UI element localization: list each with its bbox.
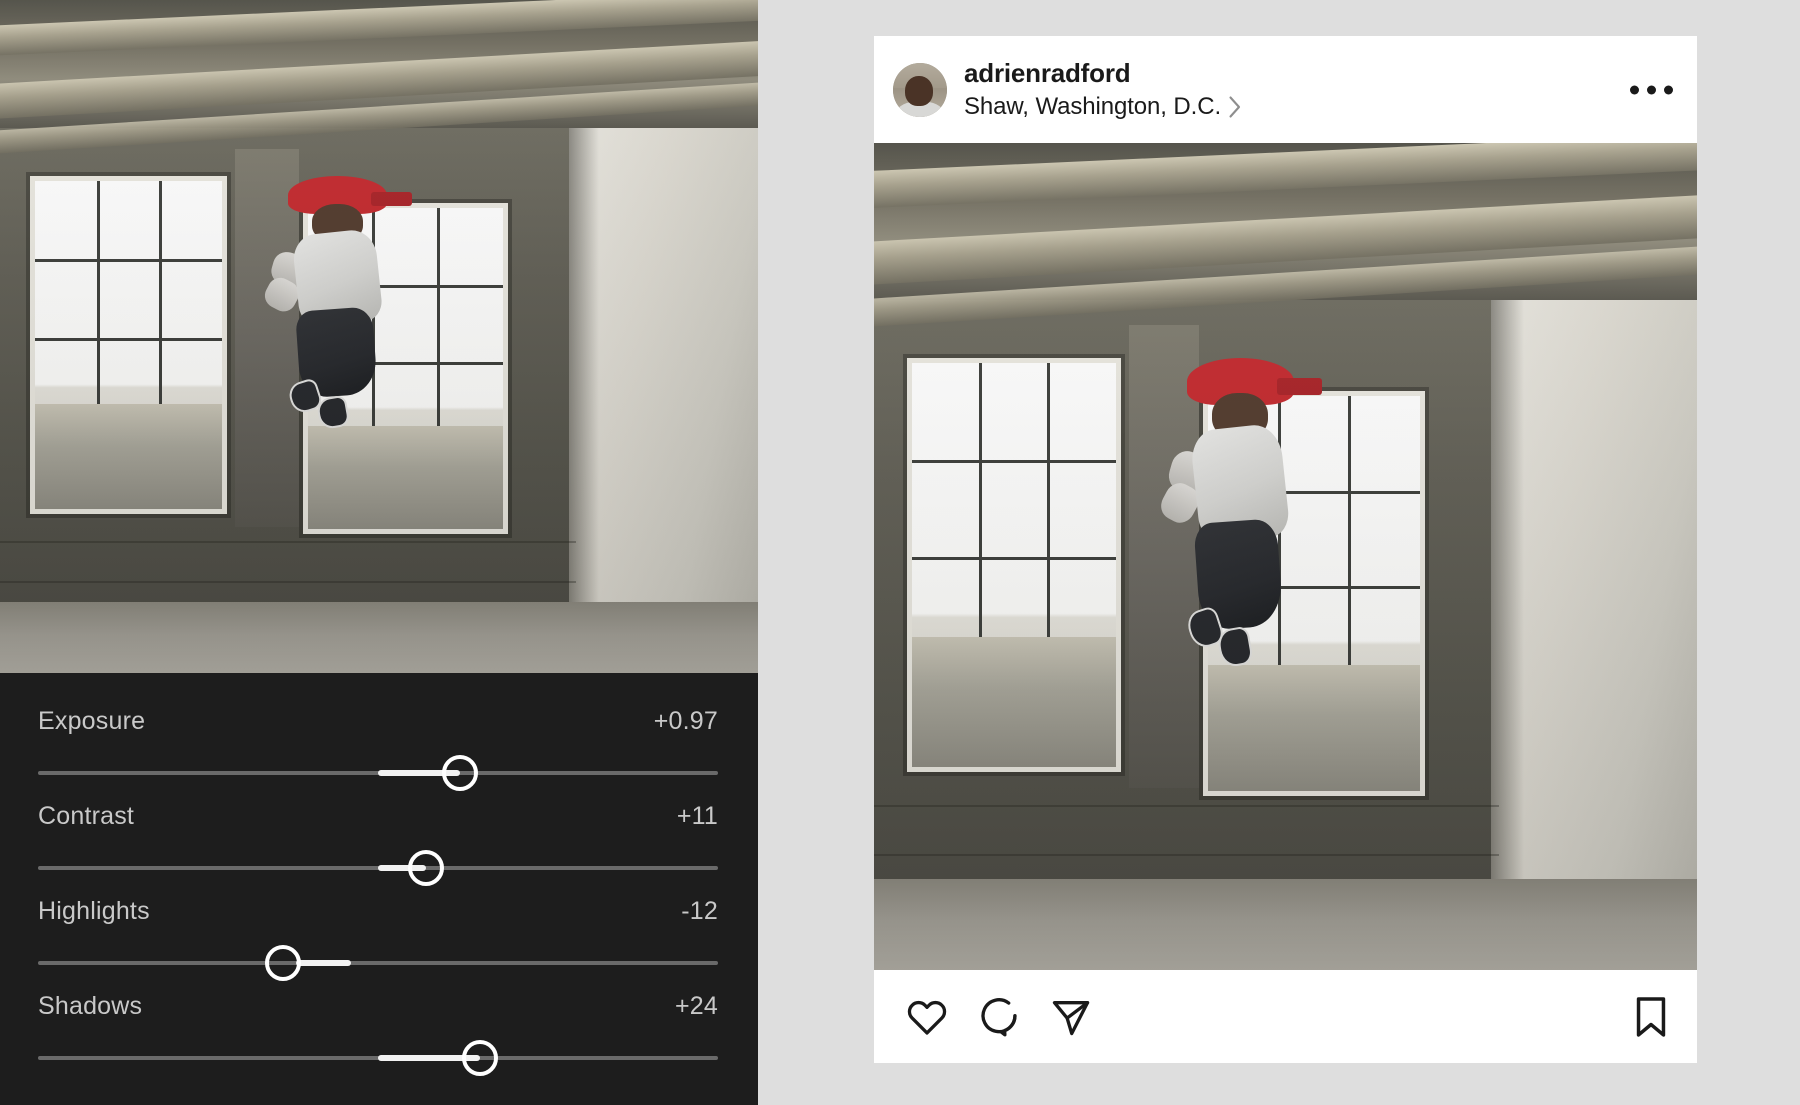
avatar[interactable] <box>893 62 947 117</box>
slider-header-exposure: Exposure +0.97 <box>38 703 718 739</box>
slider-label-contrast: Contrast <box>38 801 135 830</box>
slider-highlights[interactable] <box>38 945 718 981</box>
slider-knob-highlights[interactable] <box>264 945 301 981</box>
slider-label-exposure: Exposure <box>38 706 146 735</box>
slider-fill-highlights <box>296 960 351 966</box>
post-location-row[interactable]: Shaw, Washington, D.C. <box>964 92 1242 121</box>
slider-shadows[interactable] <box>38 1040 718 1076</box>
slider-header-contrast: Contrast +11 <box>38 798 718 834</box>
app-screen: Exposure +0.97 Contrast +11 Highlights -… <box>0 0 1800 1105</box>
slider-knob-exposure[interactable] <box>441 755 478 791</box>
slider-row-shadows: Shadows +24 <box>0 988 758 1083</box>
slider-row-highlights: Highlights -12 <box>0 893 758 988</box>
post-action-bar <box>874 970 1697 1063</box>
instagram-post-card: adrienradford Shaw, Washington, D.C. <box>874 36 1697 1063</box>
slider-value-exposure: +0.97 <box>653 706 718 735</box>
photo-scene-editor <box>0 0 758 676</box>
slider-knob-contrast[interactable] <box>407 850 444 886</box>
chevron-right-icon <box>1228 96 1242 118</box>
photo-scene-instagram <box>874 143 1697 970</box>
slider-header-highlights: Highlights -12 <box>38 893 718 929</box>
slider-exposure[interactable] <box>38 755 718 791</box>
adjustments-panel: Exposure +0.97 Contrast +11 Highlights -… <box>0 673 758 1105</box>
editor-pane: Exposure +0.97 Contrast +11 Highlights -… <box>0 0 758 1105</box>
heart-icon[interactable] <box>905 995 949 1039</box>
post-location: Shaw, Washington, D.C. <box>964 93 1222 121</box>
slider-row-exposure: Exposure +0.97 <box>0 703 758 798</box>
slider-knob-shadows[interactable] <box>462 1040 498 1076</box>
subject-figure <box>1156 358 1322 672</box>
slider-value-contrast: +11 <box>676 801 718 830</box>
post-header: adrienradford Shaw, Washington, D.C. <box>874 36 1697 143</box>
comment-bubble-icon[interactable] <box>977 995 1021 1039</box>
post-photo[interactable] <box>874 143 1697 970</box>
editor-photo-preview[interactable] <box>0 0 758 676</box>
slider-value-highlights: -12 <box>681 896 718 925</box>
bookmark-icon[interactable] <box>1631 995 1671 1039</box>
slider-row-contrast: Contrast +11 <box>0 798 758 893</box>
subject-figure <box>260 175 412 433</box>
slider-label-shadows: Shadows <box>38 991 143 1020</box>
share-paper-plane-icon[interactable] <box>1049 995 1093 1039</box>
slider-contrast[interactable] <box>38 850 718 886</box>
post-meta: adrienradford Shaw, Washington, D.C. <box>964 58 1242 122</box>
more-options-icon[interactable] <box>1630 85 1673 94</box>
post-username[interactable]: adrienradford <box>964 58 1242 90</box>
slider-label-highlights: Highlights <box>38 896 150 925</box>
slider-track-highlights[interactable] <box>38 961 718 965</box>
slider-value-shadows: +24 <box>674 991 718 1020</box>
slider-header-shadows: Shadows +24 <box>38 988 718 1024</box>
